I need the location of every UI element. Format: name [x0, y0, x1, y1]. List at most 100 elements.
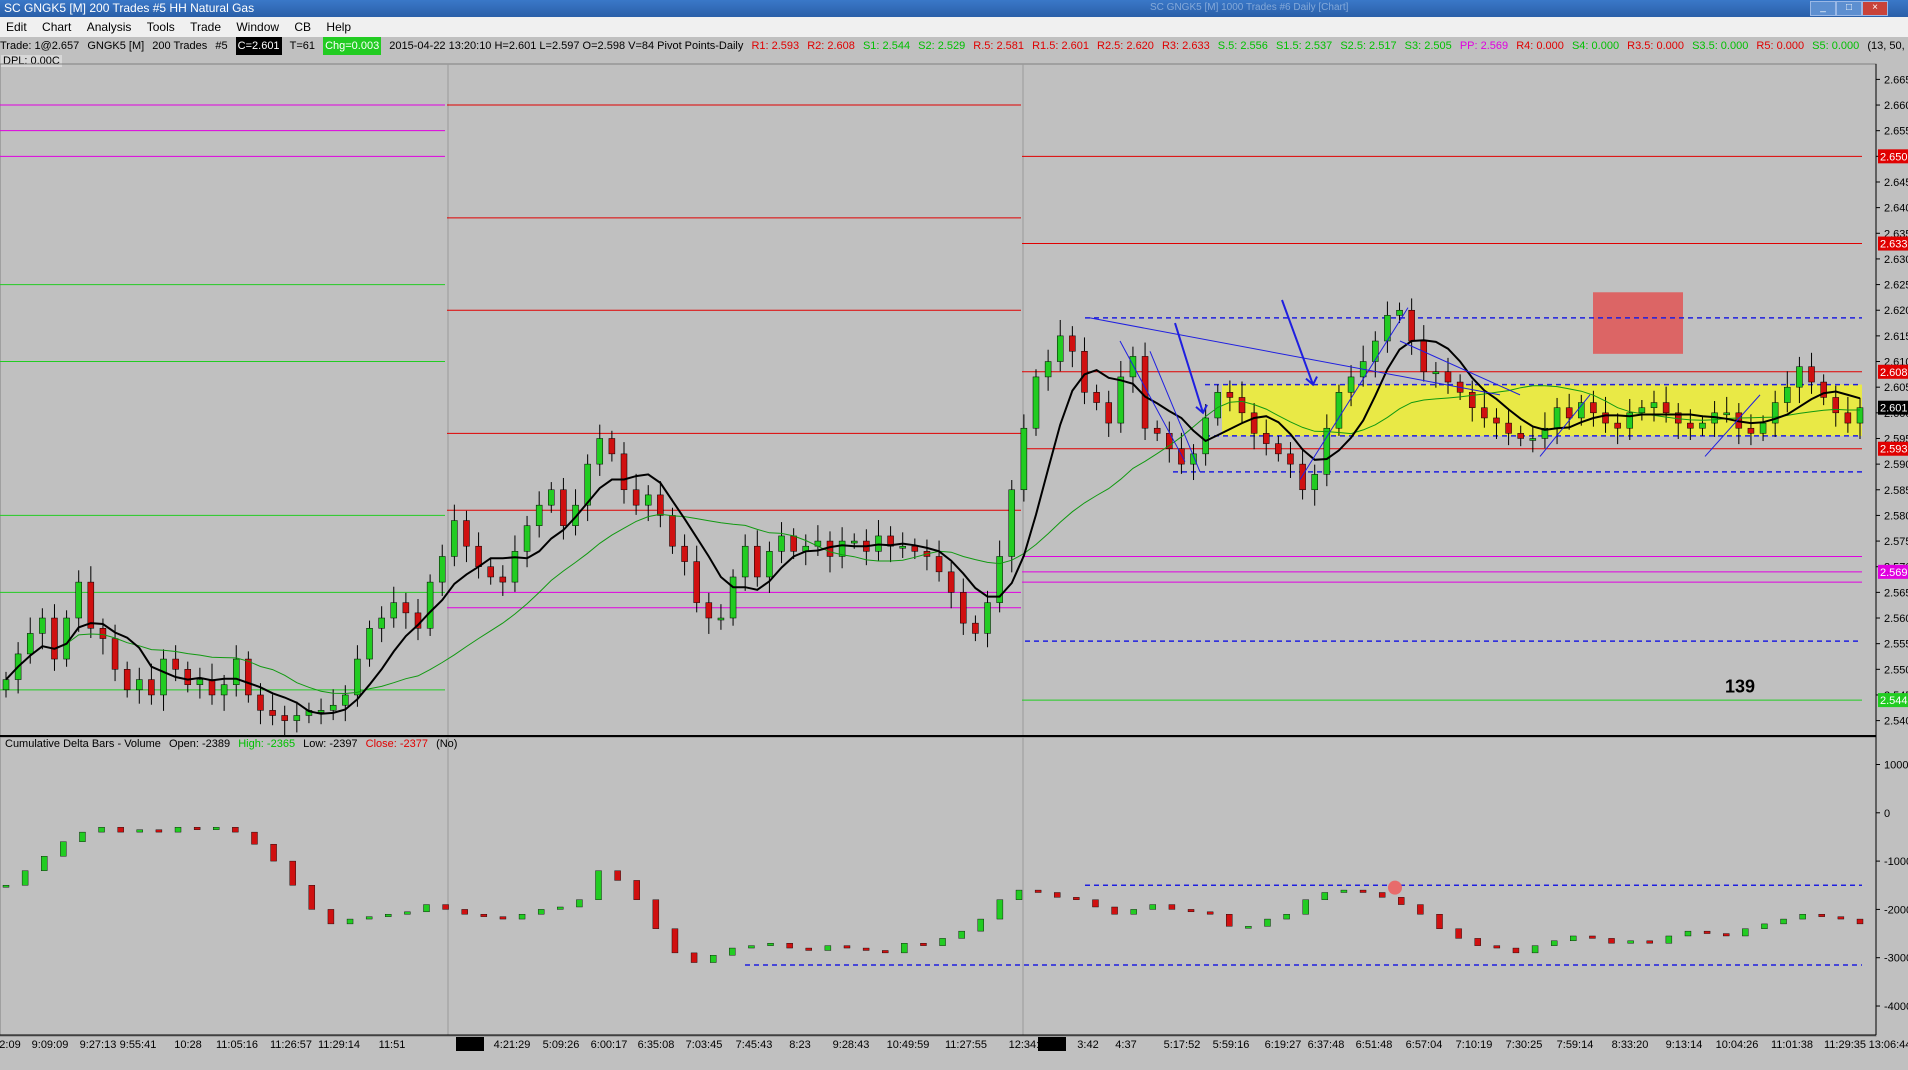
candle-body[interactable] [1808, 366, 1815, 383]
delta-bar[interactable] [346, 918, 354, 925]
candle-body[interactable] [935, 556, 943, 573]
delta-bar[interactable] [327, 909, 335, 925]
candle-body[interactable] [1747, 427, 1755, 434]
candle-body[interactable] [1056, 335, 1064, 362]
delta-bar[interactable] [155, 829, 163, 833]
candle-body[interactable] [766, 551, 773, 578]
candle-body[interactable] [1081, 351, 1088, 393]
candle-body[interactable] [1214, 392, 1222, 419]
delta-bar[interactable] [709, 955, 717, 963]
candle-body[interactable] [620, 453, 628, 491]
delta-bar[interactable] [1474, 938, 1481, 946]
delta-bar[interactable] [98, 827, 105, 833]
candle-body[interactable] [717, 617, 725, 621]
candle-body[interactable] [1299, 463, 1306, 491]
delta-bar[interactable] [1130, 909, 1137, 915]
candle-body[interactable] [669, 515, 676, 547]
delta-bar[interactable] [576, 899, 583, 908]
candle-body[interactable] [463, 520, 470, 547]
candle-body[interactable] [1614, 422, 1621, 429]
candle-body[interactable] [608, 438, 616, 455]
delta-bar[interactable] [1206, 911, 1214, 915]
delta-bar[interactable] [652, 899, 660, 929]
delta-bar[interactable] [499, 916, 507, 920]
delta-bar[interactable] [1589, 935, 1596, 939]
candle-body[interactable] [1505, 422, 1512, 434]
delta-bar[interactable] [289, 860, 296, 886]
candle-body[interactable] [487, 566, 494, 578]
candle-body[interactable] [1202, 417, 1209, 455]
delta-bar[interactable] [1226, 914, 1233, 927]
candle-body[interactable] [1420, 340, 1428, 373]
candle-body[interactable] [172, 658, 179, 670]
delta-bar[interactable] [1111, 906, 1118, 915]
delta-bar[interactable] [442, 904, 449, 910]
delta-bar[interactable] [1818, 914, 1825, 917]
candle-body[interactable] [1432, 371, 1440, 375]
candle-body[interactable] [1287, 453, 1294, 465]
delta-bar[interactable] [1187, 909, 1195, 913]
candle-body[interactable] [1250, 412, 1258, 434]
delta-bar[interactable] [958, 930, 965, 939]
delta-bar[interactable] [1723, 933, 1730, 937]
delta-bar[interactable] [404, 911, 411, 915]
candle-body[interactable] [2, 679, 10, 691]
delta-bar[interactable] [1359, 889, 1367, 893]
delta-bar[interactable] [1302, 899, 1309, 915]
candle-body[interactable] [378, 617, 385, 629]
candle-body[interactable] [826, 540, 834, 557]
delta-bar[interactable] [824, 945, 832, 951]
candle-body[interactable] [596, 438, 604, 465]
delta-bar[interactable] [748, 945, 755, 949]
delta-bar[interactable] [1646, 940, 1653, 944]
candle-body[interactable] [729, 576, 737, 619]
candle-body[interactable] [63, 617, 70, 660]
candle-body[interactable] [426, 581, 434, 629]
candle-body[interactable] [1347, 376, 1355, 393]
candle-body[interactable] [754, 545, 761, 578]
candle-body[interactable] [281, 715, 288, 721]
candle-body[interactable] [1481, 407, 1488, 419]
delta-bar[interactable] [1073, 897, 1080, 900]
candle-body[interactable] [523, 525, 531, 552]
candle-body[interactable] [911, 545, 919, 552]
delta-bar[interactable] [767, 943, 774, 946]
candle-body[interactable] [1638, 407, 1646, 414]
delta-bar[interactable] [270, 843, 277, 862]
delta-bar[interactable] [518, 914, 526, 920]
candle-body[interactable] [1602, 412, 1609, 424]
candle-body[interactable] [947, 571, 955, 593]
candle-body[interactable] [1565, 407, 1573, 419]
delta-bar[interactable] [461, 909, 468, 915]
delta-bar[interactable] [633, 880, 640, 900]
candle-body[interactable] [972, 622, 979, 634]
candle-body[interactable] [51, 617, 58, 660]
trendline[interactable] [1089, 317, 1501, 396]
candle-body[interactable] [644, 494, 652, 506]
candle-body[interactable] [1662, 402, 1670, 414]
delta-bar[interactable] [232, 827, 239, 833]
delta-bar[interactable] [1856, 918, 1864, 925]
delta-bar[interactable] [60, 841, 67, 857]
candle-body[interactable] [1153, 427, 1161, 434]
delta-bar[interactable] [1340, 889, 1348, 893]
candle-body[interactable] [26, 633, 34, 655]
delta-bar[interactable] [174, 827, 182, 833]
delta-bar[interactable] [41, 856, 48, 871]
candle-body[interactable] [1105, 402, 1112, 424]
delta-bar[interactable] [1627, 940, 1634, 944]
candle-body[interactable] [1117, 376, 1125, 424]
candle-body[interactable] [1408, 309, 1415, 342]
candle-body[interactable] [1517, 433, 1524, 439]
candle-body[interactable] [1796, 366, 1803, 388]
candle-body[interactable] [87, 581, 95, 629]
delta-bar[interactable] [365, 916, 373, 920]
candle-body[interactable] [232, 658, 240, 685]
candle-body[interactable] [269, 710, 276, 716]
candle-body[interactable] [1032, 376, 1040, 429]
price-chart[interactable]: 1392.6652.6602.6552.6502.6452.6402.6352.… [0, 0, 1908, 1070]
candle-body[interactable] [438, 556, 446, 583]
candle-body[interactable] [1335, 392, 1343, 429]
candle-body[interactable] [693, 561, 700, 603]
delta-bar[interactable] [423, 904, 430, 913]
